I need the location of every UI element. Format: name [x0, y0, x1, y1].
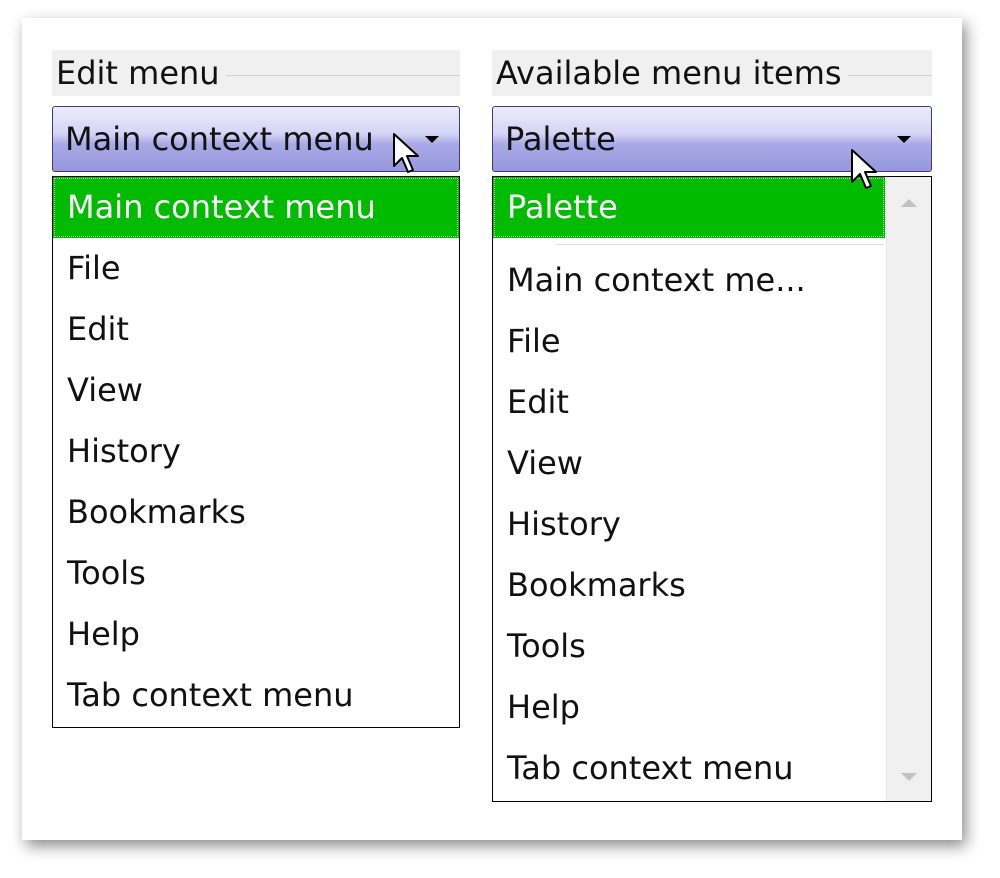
edit-menu-items: Main context menu File Edit View History Book… — [53, 177, 459, 726]
edit-menu-item[interactable]: Edit — [53, 299, 459, 360]
available-items-item[interactable]: Edit — [493, 372, 885, 433]
edit-menu-item[interactable]: File — [53, 238, 459, 299]
group-separator-line — [847, 74, 932, 76]
available-items-item[interactable]: Tools — [493, 616, 885, 677]
available-items-item[interactable]: Tab context menu — [493, 738, 885, 799]
customize-menus-panel: Edit menu Main context menu Main context… — [22, 18, 962, 840]
edit-menu-item[interactable]: Help — [53, 604, 459, 665]
edit-menu-item[interactable]: Bookmarks — [53, 482, 459, 543]
available-items-items: Palette Main context me... File Edit View His… — [493, 177, 885, 799]
available-items-item[interactable]: History — [493, 494, 885, 555]
available-items-item[interactable]: Main context me... — [493, 250, 885, 311]
edit-menu-item[interactable]: Tools — [53, 543, 459, 604]
edit-menu-item-selected[interactable]: Main context menu — [53, 177, 459, 238]
chevron-down-icon[interactable] — [425, 136, 439, 143]
mouse-pointer-icon — [851, 149, 877, 189]
edit-menu-group-label: Edit menu — [52, 50, 460, 96]
group-separator-line — [225, 74, 460, 76]
available-items-item[interactable]: File — [493, 311, 885, 372]
available-items-list[interactable]: Palette Main context me... File Edit View His… — [492, 176, 932, 802]
available-items-dropdown-value: Palette — [505, 120, 616, 158]
available-items-item-selected[interactable]: Palette — [493, 177, 885, 238]
edit-menu-label: Edit menu — [56, 54, 220, 92]
available-items-item[interactable]: Help — [493, 677, 885, 738]
edit-menu-item[interactable]: View — [53, 360, 459, 421]
edit-menu-item[interactable]: History — [53, 421, 459, 482]
available-items-item[interactable]: Bookmarks — [493, 555, 885, 616]
chevron-down-icon[interactable] — [897, 136, 911, 143]
mouse-pointer-icon — [393, 133, 419, 173]
vertical-scrollbar[interactable] — [886, 177, 931, 801]
available-items-item[interactable]: View — [493, 433, 885, 494]
edit-menu-list[interactable]: Main context menu File Edit View History Book… — [52, 176, 460, 728]
available-items-group-label: Available menu items — [492, 50, 932, 96]
available-items-label: Available menu items — [496, 54, 842, 92]
edit-menu-item[interactable]: Tab context menu — [53, 665, 459, 726]
list-separator — [493, 238, 885, 250]
edit-menu-dropdown-value: Main context menu — [65, 120, 374, 158]
scroll-up-arrow-icon[interactable] — [901, 199, 917, 207]
scroll-down-arrow-icon[interactable] — [901, 773, 917, 781]
